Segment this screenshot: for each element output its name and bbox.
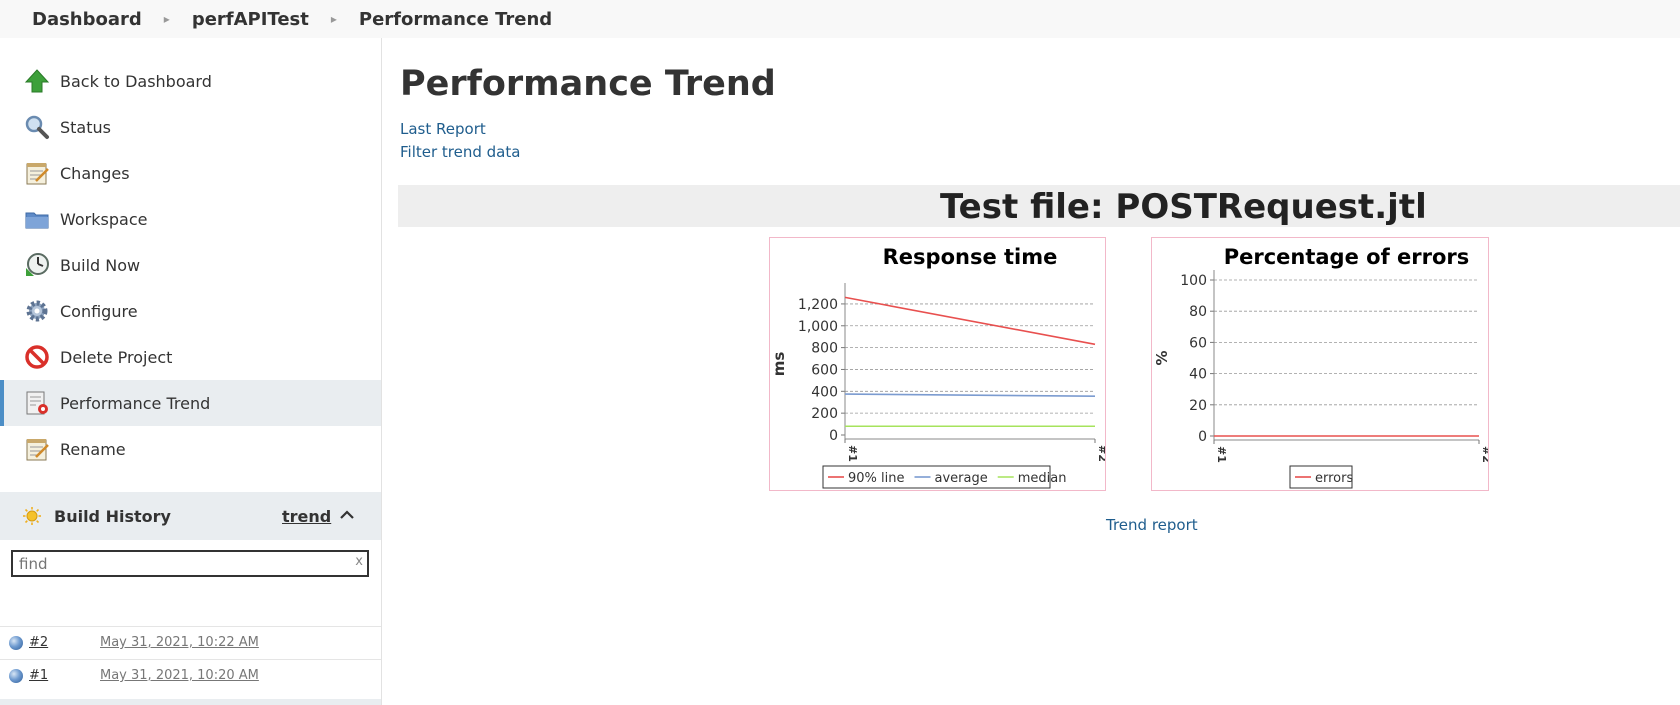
clock-icon	[24, 252, 50, 278]
response-time-chart[interactable]: Response time ms 0 200 400 600 800 1,000 1,200 #1…	[769, 237, 1106, 491]
folder-icon	[24, 206, 50, 232]
legend-label: median	[1018, 471, 1067, 486]
x-tick-label: #1	[846, 445, 859, 462]
task-label: Changes	[60, 163, 130, 183]
task-back-to-dashboard[interactable]: Back to Dashboard	[0, 58, 381, 104]
no-entry-icon	[24, 344, 50, 370]
y-tick-label: 20	[1189, 398, 1207, 414]
chart-title: Percentage of errors	[1224, 245, 1470, 269]
task-label: Performance Trend	[60, 393, 211, 413]
chart-title: Response time	[883, 245, 1058, 269]
task-configure[interactable]: Configure	[0, 288, 381, 334]
task-label: Status	[60, 117, 111, 137]
y-tick-label: 800	[811, 341, 838, 357]
series-line-90-line	[844, 296, 1096, 346]
blue-ball-status-icon	[9, 668, 23, 683]
y-tick-label: 80	[1189, 304, 1207, 320]
task-performance-trend[interactable]: Performance Trend	[0, 380, 381, 426]
filter-trend-data-link[interactable]: Filter trend data	[400, 143, 520, 161]
y-tick-label: 100	[1180, 273, 1207, 289]
y-tick-label: 600	[811, 362, 838, 378]
task-changes[interactable]: Changes	[0, 150, 381, 196]
sun-icon	[22, 506, 42, 526]
task-workspace[interactable]: Workspace	[0, 196, 381, 242]
y-tick-label: 0	[1198, 429, 1207, 445]
notepad-icon	[24, 160, 50, 186]
errors-chart-svg: Percentage of errors% 0 20 40 60 80 100 #1 #2 err…	[1153, 245, 1488, 489]
y-tick-label: 0	[829, 428, 838, 444]
notepad-icon	[24, 436, 50, 462]
x-tick-label: #2	[1096, 445, 1105, 462]
sidebar-footer-bar	[0, 699, 381, 705]
y-tick-label: 40	[1189, 367, 1207, 383]
task-delete-project[interactable]: Delete Project	[0, 334, 381, 380]
report-icon	[24, 390, 50, 416]
task-rename[interactable]: Rename	[0, 426, 381, 472]
page-title: Performance Trend	[400, 64, 776, 104]
last-report-link[interactable]: Last Report	[400, 120, 486, 138]
task-label: Back to Dashboard	[60, 71, 212, 91]
breadcrumb-current[interactable]: Performance Trend	[359, 9, 552, 30]
task-build-now[interactable]: Build Now	[0, 242, 381, 288]
breadcrumb-project[interactable]: perfAPITest	[192, 9, 309, 30]
y-tick-label: 1,200	[798, 297, 838, 313]
build-date-link[interactable]: May 31, 2021, 10:20 AM	[100, 668, 259, 683]
y-tick-label: 60	[1189, 335, 1207, 351]
y-axis-label: ms	[770, 352, 788, 377]
legend-label: errors	[1315, 471, 1353, 486]
build-number-link[interactable]: #1	[29, 668, 48, 683]
build-row: #1 May 31, 2021, 10:20 AM	[0, 659, 381, 691]
breadcrumb: Dashboard ▸ perfAPITest ▸ Performance Tr…	[0, 0, 1680, 38]
magnifier-icon	[24, 114, 50, 140]
breadcrumb-dashboard[interactable]: Dashboard	[32, 9, 142, 30]
build-history-header: Build History trend	[0, 492, 381, 540]
trend-report-link[interactable]: Trend report	[1106, 516, 1198, 534]
series-line-average	[844, 393, 1096, 398]
y-tick-label: 1,000	[798, 319, 838, 335]
x-tick-label: #1	[1215, 446, 1228, 463]
response-time-chart-svg: Response time ms 0 200 400 600 800 1,000 1,200 #1…	[770, 245, 1105, 489]
build-search-box: x	[11, 550, 369, 577]
task-label: Delete Project	[60, 347, 173, 367]
test-file-title: Test file: POSTRequest.jtl	[940, 187, 1427, 227]
build-date-link[interactable]: May 31, 2021, 10:22 AM	[100, 635, 259, 650]
build-history-title: Build History	[54, 506, 171, 526]
legend-label: average	[935, 471, 988, 486]
build-number-link[interactable]: #2	[29, 635, 48, 650]
breadcrumb-separator-icon: ▸	[330, 12, 337, 26]
sidebar: Back to Dashboard Status Changes Workspa…	[0, 38, 382, 705]
y-tick-label: 200	[811, 406, 838, 422]
x-tick-label: #2	[1480, 446, 1488, 463]
breadcrumb-separator-icon: ▸	[163, 12, 170, 26]
build-history-trend-link[interactable]: trend	[282, 507, 331, 526]
chevron-up-icon[interactable]	[338, 506, 356, 524]
errors-chart[interactable]: Percentage of errors% 0 20 40 60 80 100 #1 #2 err…	[1151, 237, 1489, 491]
build-search-input[interactable]	[13, 552, 343, 575]
gear-icon	[24, 298, 50, 324]
legend-label: 90% line	[848, 471, 905, 486]
build-row: #2 May 31, 2021, 10:22 AM	[0, 626, 381, 658]
task-status[interactable]: Status	[0, 104, 381, 150]
y-axis-label: %	[1153, 350, 1171, 365]
task-label: Configure	[60, 301, 138, 321]
task-label: Workspace	[60, 209, 148, 229]
clear-search-button[interactable]: x	[355, 554, 363, 569]
up-arrow-icon	[24, 68, 50, 94]
task-label: Build Now	[60, 255, 141, 275]
y-tick-label: 400	[811, 384, 838, 400]
blue-ball-status-icon	[9, 635, 23, 650]
task-label: Rename	[60, 439, 126, 459]
